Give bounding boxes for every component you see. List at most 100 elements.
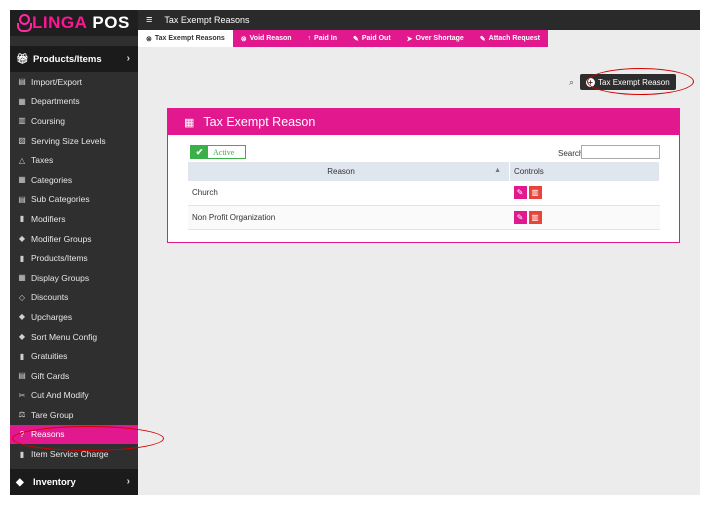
modifier-groups-icon: ◆ [18, 234, 26, 244]
sidebar-item-label: Display Groups [31, 272, 90, 283]
logo: LINGA POS [10, 10, 138, 36]
sidebar-item-display-groups[interactable]: ▦ Display Groups [10, 268, 138, 288]
tab-label: Attach Request [488, 35, 540, 42]
sidebar-item-departments[interactable]: ▦ Departments [10, 92, 138, 112]
cancel-icon: ⊗ [146, 35, 152, 43]
annotation-ring-reasons [12, 426, 164, 451]
sub-categories-icon: ▤ [18, 194, 26, 204]
modifiers-icon: ▮ [19, 214, 25, 224]
serving-size-icon: ▨ [18, 136, 26, 146]
gift-card-icon: ▤ [18, 371, 26, 381]
annotation-ring-add-button [587, 68, 694, 95]
coursing-icon: ▥ [18, 116, 26, 126]
sidebar-item-modifiers[interactable]: ▮ Modifiers [10, 209, 138, 229]
sidebar: LINGA POS 🎁︎ Products/Items › ▤ Import/Ex… [10, 10, 138, 495]
logo-text-pos: POS [92, 13, 130, 32]
pencil-icon: ✎ [353, 35, 359, 43]
active-toggle[interactable]: ✔ Active [190, 145, 246, 159]
trash-icon: ▥ [531, 188, 539, 198]
departments-icon: ▦ [18, 96, 26, 106]
tab-void-reason[interactable]: ⊗ Void Reason [232, 30, 300, 47]
sidebar-item-taxes[interactable]: △ Taxes [10, 150, 138, 170]
sidebar-item-discounts[interactable]: ◇ Discounts [10, 288, 138, 308]
panel-header: ▦ Tax Exempt Reason [168, 109, 679, 135]
app-window: LINGA POS 🎁︎ Products/Items › ▤ Import/Ex… [10, 10, 700, 495]
top-bar: ≡ Tax Exempt Reasons [138, 10, 700, 30]
reasons-table: Reason ▲ Controls Church ✎ ▥ Non Profit Or… [188, 162, 660, 230]
tab-over-shortage[interactable]: ➤ Over Shortage [398, 30, 472, 47]
sidebar-item-label: Taxes [31, 155, 54, 166]
sidebar-item-modifier-groups[interactable]: ◆ Modifier Groups [10, 229, 138, 249]
sidebar-item-tare-group[interactable]: ⚖ Tare Group [10, 405, 138, 425]
check-icon: ✔ [191, 146, 208, 158]
sidebar-item-label: Serving Size Levels [31, 135, 106, 146]
reason-tabs: ⊗ Tax Exempt Reasons ⊗ Void Reason ↑ Paid I… [138, 30, 548, 47]
sidebar-item-label: Upcharges [31, 311, 73, 322]
edit-button[interactable]: ✎ [513, 210, 527, 224]
scissors-icon: ✂ [18, 390, 26, 400]
delete-button[interactable]: ▥ [528, 210, 542, 224]
sidebar-item-categories[interactable]: ▦ Categories [10, 170, 138, 190]
tab-paid-in[interactable]: ↑ Paid In [299, 30, 345, 47]
column-header-label: Reason [327, 167, 355, 176]
tab-paid-out[interactable]: ✎ Paid Out [345, 30, 399, 47]
table-header-row: Reason ▲ Controls [188, 162, 660, 181]
sidebar-item-cut-and-modify[interactable]: ✂ Cut And Modify [10, 386, 138, 406]
active-label: Active [213, 147, 235, 157]
delete-button[interactable]: ▥ [528, 186, 542, 200]
tab-label: Void Reason [249, 35, 292, 42]
pencil-icon: ✎ [479, 35, 486, 43]
sidebar-item-label: Coursing [31, 115, 66, 126]
sidebar-item-label: Cut And Modify [31, 390, 89, 401]
controls-cell: ✎ ▥ [509, 205, 660, 230]
products-icon: ▮ [19, 253, 25, 263]
sidebar-item-upcharges[interactable]: ◆ Upcharges [10, 307, 138, 327]
send-icon: ➤ [406, 35, 413, 43]
chevron-right-icon: › [126, 476, 130, 487]
sidebar-section-inventory-label: Inventory [33, 476, 76, 488]
arrow-up-icon: ↑ [307, 35, 312, 42]
search-input[interactable] [581, 145, 660, 159]
tab-attach-request[interactable]: ✎ Attach Request [471, 30, 548, 47]
edit-button[interactable]: ✎ [513, 186, 527, 200]
sidebar-item-label: Tare Group [31, 409, 74, 420]
sidebar-section-inventory[interactable]: ◆ Inventory › [10, 469, 138, 495]
table-row: Non Profit Organization ✎ ▥ [188, 205, 660, 230]
gift-icon: 🎁︎ [16, 53, 29, 65]
sidebar-item-label: Modifier Groups [31, 233, 92, 244]
chevron-right-icon: › [126, 53, 130, 64]
logo-text-linga: LINGA [32, 13, 88, 32]
tab-label: Paid In [314, 35, 337, 42]
sidebar-item-gratuities[interactable]: ▮ Gratuities [10, 346, 138, 366]
sidebar-item-gift-cards[interactable]: ▤ Gift Cards [10, 366, 138, 386]
discounts-icon: ◇ [18, 292, 26, 302]
tab-label: Paid Out [361, 35, 391, 42]
controls-cell: ✎ ▥ [509, 181, 660, 206]
inventory-icon: ◆ [16, 476, 24, 488]
table-row: Church ✎ ▥ [188, 181, 660, 206]
tab-tax-exempt-reasons[interactable]: ⊗ Tax Exempt Reasons [138, 30, 233, 47]
sidebar-item-label: Gratuities [31, 351, 68, 362]
import-icon: ▤ [18, 77, 26, 87]
sidebar-item-products-items[interactable]: ▮ Products/Items [10, 248, 138, 268]
sidebar-item-coursing[interactable]: ▥ Coursing [10, 111, 138, 131]
sidebar-item-sub-categories[interactable]: ▤ Sub Categories [10, 190, 138, 210]
sidebar-section-products[interactable]: 🎁︎ Products/Items › [10, 46, 138, 72]
sidebar-item-label: Sub Categories [31, 194, 90, 205]
reason-cell: Non Profit Organization [188, 205, 510, 230]
column-header-reason[interactable]: Reason ▲ [188, 162, 510, 181]
reason-cell: Church [188, 181, 510, 206]
table-icon: ▦ [184, 116, 195, 129]
sidebar-item-import-export[interactable]: ▤ Import/Export [10, 72, 138, 92]
sort-icon: ◆ [18, 332, 26, 342]
menu-icon[interactable]: ≡ [146, 14, 152, 26]
sidebar-item-serving-size-levels[interactable]: ▨ Serving Size Levels [10, 131, 138, 151]
search-icon[interactable]: ⌕ [569, 77, 574, 88]
sidebar-item-label: Sort Menu Config [31, 331, 98, 342]
tab-label: Over Shortage [415, 35, 464, 42]
categories-icon: ▦ [18, 175, 26, 185]
sidebar-menu: ▤ Import/Export ▦ Departments ▥ Coursing ▨ S… [10, 72, 138, 464]
scale-icon: ⚖ [18, 410, 26, 420]
sidebar-item-sort-menu-config[interactable]: ◆ Sort Menu Config [10, 327, 138, 347]
search-label: Search [558, 149, 584, 158]
